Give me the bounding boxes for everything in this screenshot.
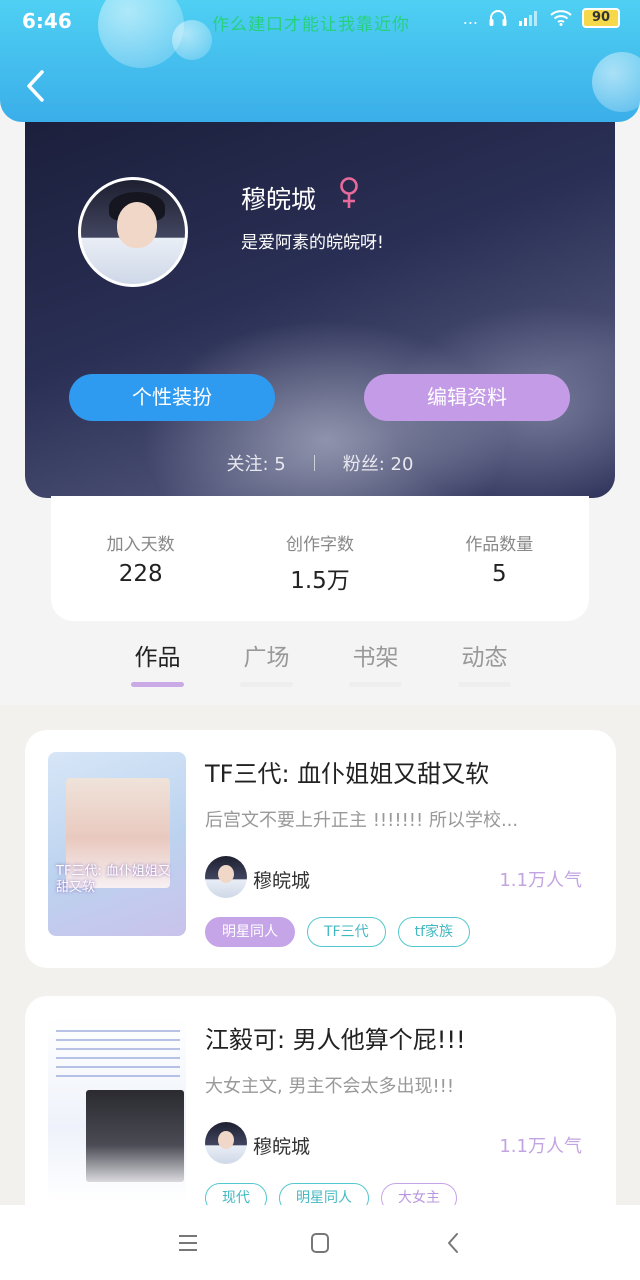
tab-indicator (131, 682, 184, 687)
decor-bubble (172, 20, 212, 60)
profile-header: 穆皖城 是爱阿素的皖皖呀! 个性装扮 编辑资料 关注: 5 粉丝: 20 (25, 110, 615, 498)
avatar-face (218, 865, 234, 883)
tab-activity[interactable]: 动态 (430, 638, 539, 698)
work-cover-image[interactable] (48, 1018, 186, 1202)
divider (313, 455, 315, 471)
tag[interactable]: 明星同人 (205, 917, 295, 947)
more-dots-icon: ... (462, 8, 478, 28)
tab-label: 动态 (461, 645, 508, 671)
tab-works[interactable]: 作品 (103, 638, 212, 698)
author-avatar (205, 856, 247, 898)
tag-list: 现代 明星同人 大女主 (205, 1183, 457, 1205)
dressup-button[interactable]: 个性装扮 (69, 374, 275, 421)
tag[interactable]: TF三代 (307, 917, 386, 947)
popularity-count: 1.1万人气 (499, 1136, 582, 1157)
tab-indicator (349, 682, 402, 687)
stat-join-days: 加入天数 228 (51, 496, 230, 621)
popularity-count: 1.1万人气 (499, 870, 582, 891)
tab-label: 作品 (134, 645, 181, 671)
work-cover-image[interactable]: TF三代: 血仆姐姐又甜又软 (48, 752, 186, 936)
stat-value: 1.5万 (290, 568, 350, 594)
stat-value: 228 (118, 561, 163, 587)
tab-indicator (458, 682, 511, 687)
cover-title-text: TF三代: 血仆姐姐又甜又软 (56, 864, 171, 895)
tab-indicator (240, 682, 293, 687)
stat-word-count: 创作字数 1.5万 (230, 496, 409, 621)
work-card[interactable]: 江毅可: 男人他算个屁!!! 大女主文, 男主不会太多出现!!! 穆皖城 1.1… (25, 996, 616, 1205)
menu-icon[interactable] (170, 1227, 206, 1259)
profile-tabs: 作品 广场 书架 动态 (103, 638, 543, 698)
avatar-face (218, 1131, 234, 1149)
following-count[interactable]: 关注: 5 (227, 450, 286, 476)
work-description: 后宫文不要上升正主 !!!!!!! 所以学校... (205, 810, 519, 831)
work-description: 大女主文, 男主不会太多出现!!! (205, 1076, 455, 1097)
avatar-face (117, 202, 157, 248)
profile-bio: 是爱阿素的皖皖呀! (241, 233, 384, 253)
top-app-bar: 6:46 作么建口才能让我靠近你 ... 90 (0, 0, 640, 122)
system-nav-bar (0, 1205, 640, 1280)
author-name: 穆皖城 (253, 870, 311, 892)
decor-bubble (98, 0, 184, 68)
followers-count[interactable]: 粉丝: 20 (343, 450, 414, 476)
follow-stats: 关注: 5 粉丝: 20 (25, 450, 615, 476)
status-notification-text: 作么建口才能让我靠近你 (212, 15, 410, 35)
profile-name: 穆皖城 (241, 185, 317, 214)
battery-icon: 90 (582, 8, 620, 28)
female-icon (340, 177, 358, 208)
stat-value: 5 (492, 561, 507, 587)
status-icons: ... 90 (463, 8, 620, 28)
headset-icon (489, 10, 507, 26)
tab-bookshelf[interactable]: 书架 (321, 638, 430, 698)
work-title[interactable]: 江毅可: 男人他算个屁!!! (205, 1020, 466, 1055)
tab-square[interactable]: 广场 (212, 638, 321, 698)
tab-label: 广场 (243, 645, 290, 671)
cover-photo (86, 1090, 184, 1182)
decor-bubble (592, 52, 640, 112)
work-title[interactable]: TF三代: 血仆姐姐又甜又软 (205, 754, 489, 789)
stat-label: 加入天数 (106, 535, 175, 555)
tag-list: 明星同人 TF三代 tf家族 (205, 917, 471, 947)
signal-icon (519, 11, 537, 26)
works-list: TF三代: 血仆姐姐又甜又软 TF三代: 血仆姐姐又甜又软 后宫文不要上升正主 … (0, 705, 640, 1205)
back-icon[interactable] (436, 1227, 472, 1259)
status-time: 6:46 (22, 9, 72, 33)
stat-label: 创作字数 (285, 535, 354, 555)
tag[interactable]: 大女主 (381, 1183, 457, 1205)
stat-label: 作品数量 (465, 535, 534, 555)
tag[interactable]: 明星同人 (279, 1183, 369, 1205)
author-name: 穆皖城 (253, 1136, 311, 1158)
tag[interactable]: tf家族 (397, 917, 471, 947)
author-avatar (205, 1122, 247, 1164)
work-card[interactable]: TF三代: 血仆姐姐又甜又软 TF三代: 血仆姐姐又甜又软 后宫文不要上升正主 … (25, 730, 616, 968)
tag[interactable]: 现代 (205, 1183, 267, 1205)
cover-text-lines (56, 1030, 180, 1080)
profile-avatar[interactable] (78, 177, 188, 287)
tab-label: 书架 (352, 645, 399, 671)
home-icon[interactable] (302, 1227, 338, 1259)
wifi-icon (550, 10, 572, 26)
back-arrow-icon[interactable] (20, 66, 52, 106)
stat-work-count: 作品数量 5 (410, 496, 589, 621)
stats-card: 加入天数 228 创作字数 1.5万 作品数量 5 (51, 496, 589, 621)
edit-profile-button[interactable]: 编辑资料 (364, 374, 570, 421)
